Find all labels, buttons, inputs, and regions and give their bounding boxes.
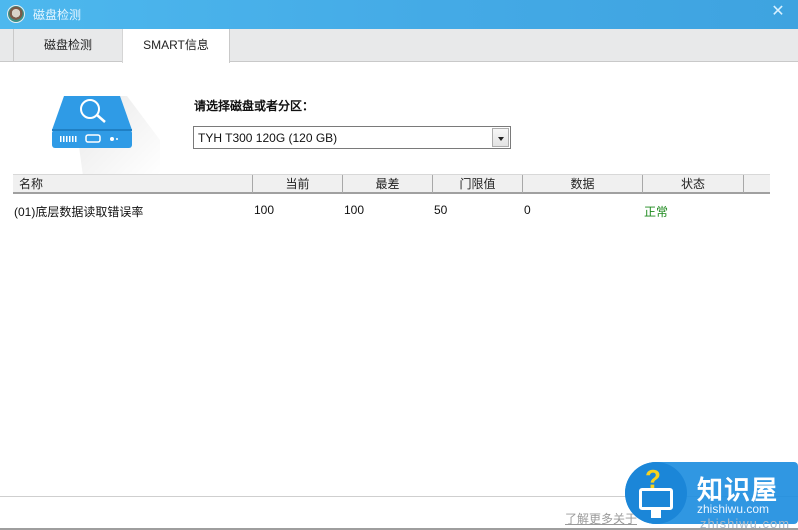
column-header-filler	[744, 175, 770, 193]
title-bar: 磁盘检测 ✕	[0, 0, 798, 29]
question-mark-icon: ?	[645, 464, 661, 494]
cell-threshold: 50	[434, 203, 448, 217]
tab-bar: 磁盘检测 SMART信息	[0, 29, 798, 63]
cell-name: (01)底层数据读取错误率	[14, 205, 144, 219]
app-logo-icon	[7, 5, 25, 23]
disk-edge	[52, 129, 132, 131]
disk-led	[110, 137, 114, 141]
window-title: 磁盘检测	[33, 8, 82, 22]
cell-worst: 100	[344, 203, 365, 217]
watermark-domain-overlay: zhishiwu.com	[700, 516, 791, 530]
close-icon[interactable]: ✕	[768, 2, 788, 22]
cell-status: 正常	[644, 205, 669, 219]
disk-search-icon	[52, 96, 132, 148]
cell-data: 0	[524, 203, 531, 217]
disk-select-dropdown[interactable]: TYH T300 120G (120 GB)	[193, 126, 511, 149]
smart-table-header: 名称 当前 最差 门限值 数据 状态	[13, 174, 770, 194]
chevron-down-icon[interactable]	[492, 128, 509, 147]
watermark-domain: zhishiwu.com	[697, 502, 770, 516]
tab-disk-check[interactable]: 磁盘检测	[13, 29, 122, 62]
column-header-name[interactable]: 名称	[13, 175, 253, 193]
column-header-worst[interactable]: 最差	[343, 175, 433, 193]
column-header-current[interactable]: 当前	[253, 175, 343, 193]
disk-select-value: TYH T300 120G (120 GB)	[198, 131, 338, 145]
tab-smart-info[interactable]: SMART信息	[122, 29, 230, 63]
disk-select-label: 请选择磁盘或者分区：	[194, 99, 315, 113]
column-header-threshold[interactable]: 门限值	[433, 175, 523, 193]
column-header-status[interactable]: 状态	[643, 175, 744, 193]
table-row[interactable]: (01)底层数据读取错误率 100 100 50 0 正常	[13, 200, 770, 220]
cell-current: 100	[254, 203, 275, 217]
column-header-data[interactable]: 数据	[523, 175, 643, 193]
watermark: ? 知识屋 zhishiwu.com zhishiwu.com	[625, 462, 798, 530]
monitor-stand-icon	[651, 510, 661, 518]
disk-led-small	[116, 138, 118, 140]
